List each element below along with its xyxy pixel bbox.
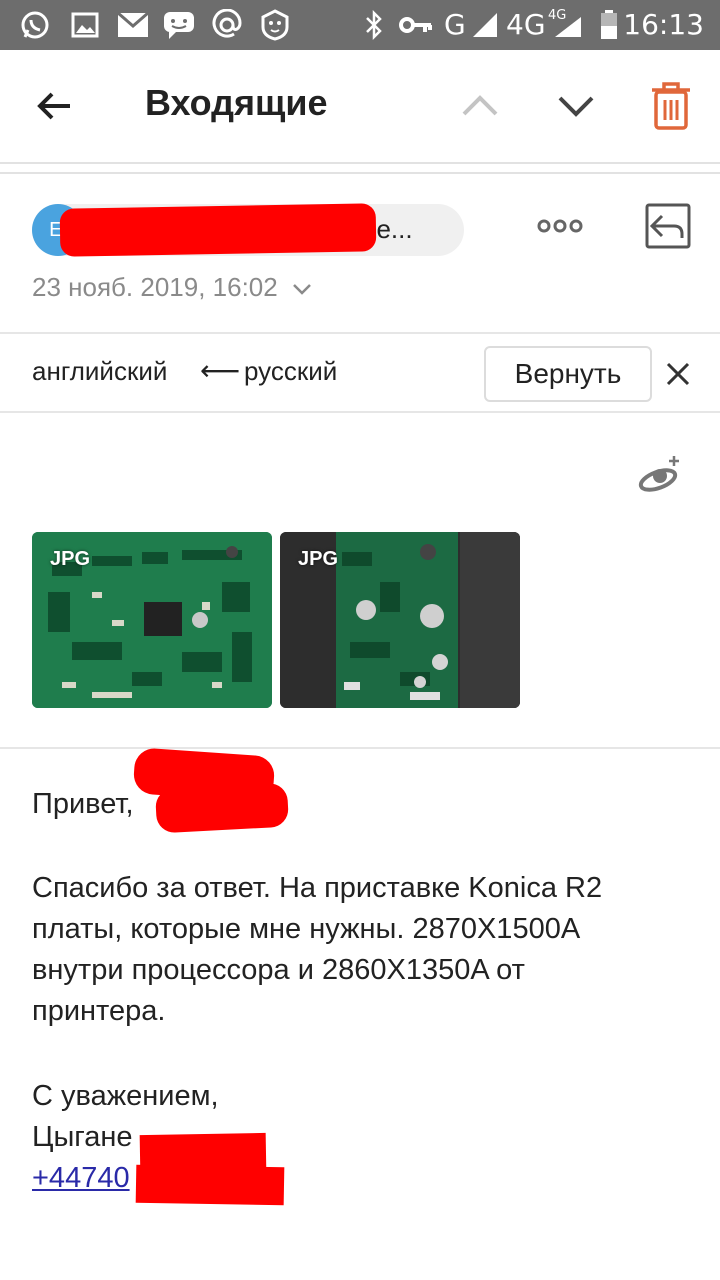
translate-to-language[interactable]: русский bbox=[244, 356, 337, 387]
paragraph-line: внутри процессора и 2860X1350A от bbox=[32, 954, 525, 986]
signoff: С уважением, bbox=[32, 1080, 219, 1112]
page-title: Входящие bbox=[145, 82, 328, 123]
chevron-up-icon[interactable] bbox=[458, 86, 502, 126]
signal-icon-2 bbox=[552, 10, 584, 40]
signature-name: Цыгане bbox=[32, 1121, 133, 1153]
network-lte: 4G bbox=[506, 8, 546, 41]
lion-app-icon bbox=[258, 9, 292, 41]
chevron-down-icon[interactable] bbox=[554, 86, 598, 126]
divider bbox=[0, 332, 720, 334]
attach-cloud-icon[interactable] bbox=[638, 452, 684, 494]
message-date[interactable]: 23 нояб. 2019, 16:02 bbox=[32, 272, 313, 303]
arrow-left-icon[interactable] bbox=[30, 84, 80, 128]
gallery-icon bbox=[70, 10, 100, 40]
network-type: G bbox=[444, 8, 466, 41]
chevron-down-icon bbox=[293, 284, 311, 295]
redaction-mark bbox=[135, 1164, 285, 1206]
reply-icon[interactable] bbox=[644, 202, 692, 250]
divider bbox=[0, 747, 720, 749]
signature: С уважением, Цыгане +44740 bbox=[32, 1076, 692, 1199]
divider bbox=[0, 411, 720, 413]
at-icon bbox=[210, 9, 244, 40]
file-type-badge: JPG bbox=[50, 548, 91, 570]
file-type-badge: JPG bbox=[298, 548, 339, 570]
translate-from-language[interactable]: английский bbox=[32, 356, 167, 387]
mail-icon bbox=[116, 10, 150, 40]
messenger-icon bbox=[162, 10, 196, 40]
whatsapp-icon bbox=[18, 10, 52, 40]
attachment-thumbnail[interactable]: JPG bbox=[32, 532, 272, 708]
app-bar-divider bbox=[0, 162, 720, 174]
app-bar: Входящие bbox=[0, 50, 720, 162]
battery-icon bbox=[598, 10, 620, 40]
redaction-mark bbox=[154, 782, 290, 834]
revert-translation-button[interactable]: Вернуть bbox=[484, 346, 652, 402]
trash-icon[interactable] bbox=[648, 80, 694, 132]
close-icon[interactable] bbox=[664, 360, 692, 388]
message-paragraph: Спасибо за ответ. На приставке Konica R2… bbox=[32, 868, 692, 1032]
paragraph-line: принтера. bbox=[32, 995, 166, 1027]
paragraph-line: платы, которые мне нужны. 2870X1500A bbox=[32, 913, 581, 945]
phone-link[interactable]: +44740 bbox=[32, 1162, 130, 1194]
attachment-thumbnail[interactable]: JPG bbox=[280, 532, 520, 708]
paragraph-line: Спасибо за ответ. На приставке Konica R2 bbox=[32, 872, 603, 904]
greeting: Привет, bbox=[32, 788, 134, 820]
more-options-icon[interactable] bbox=[536, 216, 584, 236]
status-bar: G 4G 4G 16:13 bbox=[0, 0, 720, 50]
redaction-mark bbox=[59, 203, 377, 257]
clock: 16:13 bbox=[623, 8, 704, 41]
signal-icon bbox=[470, 10, 500, 40]
bluetooth-icon bbox=[362, 10, 386, 40]
key-icon bbox=[398, 10, 434, 40]
translate-arrow: ⟵ bbox=[200, 355, 241, 386]
